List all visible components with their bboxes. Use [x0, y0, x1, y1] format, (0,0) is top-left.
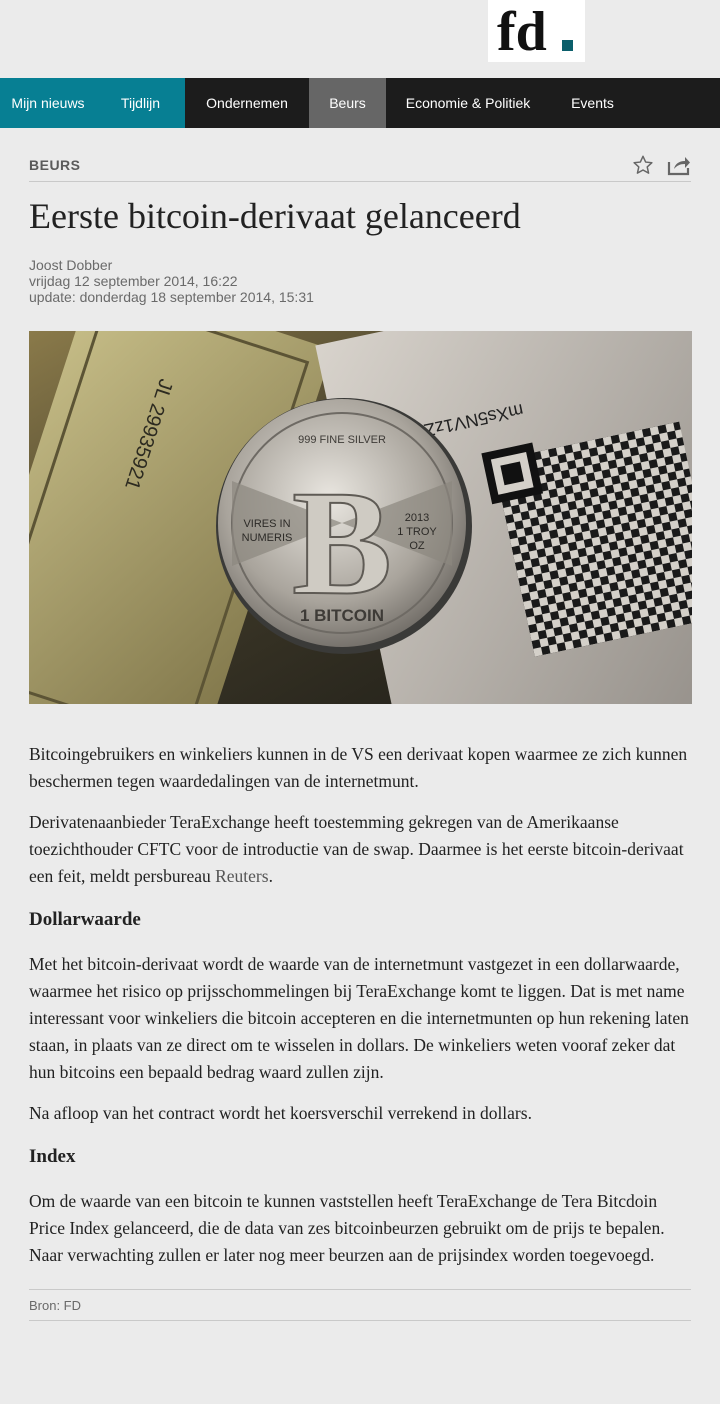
fd-logo[interactable]: fd — [488, 0, 585, 62]
section-bar: BEURS — [29, 128, 691, 182]
nav-beurs[interactable]: Beurs — [309, 78, 386, 128]
coin-bottom-text: 1 BITCOIN — [300, 606, 384, 625]
nav-economie-politiek[interactable]: Economie & Politiek — [386, 78, 550, 128]
paragraph-3: Met het bitcoin-derivaat wordt de waarde… — [29, 954, 689, 1082]
paragraph-5: Om de waarde van een bitcoin te kunnen v… — [29, 1191, 665, 1265]
coin-right-text-1: 1 TROY — [397, 526, 437, 538]
subhead-index: Index — [29, 1146, 76, 1167]
coin-top-text: 999 FINE SILVER — [298, 434, 386, 446]
hero-image: JL 29935921 mXs5NV1zZwxM B 999 FINE SILV… — [29, 331, 692, 704]
paragraph-1: Bitcoingebruikers en winkeliers kunnen i… — [29, 744, 688, 791]
coin-right-text-2: OZ — [409, 540, 425, 552]
paragraph-2-end: . — [268, 866, 273, 886]
author[interactable]: Joost Dobber — [29, 257, 691, 273]
nav-events[interactable]: Events — [550, 78, 635, 128]
source-label: Bron: FD — [29, 1297, 82, 1313]
star-icon[interactable] — [631, 153, 655, 177]
paragraph-2: Derivatenaanbieder TeraExchange heeft to… — [29, 809, 691, 890]
coin-left-text-1: VIRES IN — [243, 518, 290, 530]
reuters-link[interactable]: Reuters — [215, 866, 268, 886]
coin-left-text-2: NUMERIS — [242, 532, 293, 544]
nav-ondernemen[interactable]: Ondernemen — [185, 78, 309, 128]
update-date: update: donderdag 18 september 2014, 15:… — [29, 289, 314, 305]
main-nav: Mijn nieuws Tijdlijn Ondernemen Beurs Ec… — [0, 78, 720, 128]
nav-tijdlijn[interactable]: Tijdlijn — [96, 78, 185, 128]
nav-mijn-nieuws[interactable]: Mijn nieuws — [0, 78, 96, 128]
article-meta: Joost Dobber vrijdag 12 september 2014, … — [29, 257, 691, 305]
coin-year: 2013 — [405, 512, 429, 524]
logo-dot — [561, 40, 573, 51]
section-label[interactable]: BEURS — [29, 157, 81, 173]
article-body: Bitcoingebruikers en winkeliers kunnen i… — [29, 741, 691, 1269]
logo-text: fd — [497, 6, 547, 56]
coin-symbol: B — [292, 460, 392, 626]
paragraph-2-text: Derivatenaanbieder TeraExchange heeft to… — [29, 812, 684, 886]
publish-date: vrijdag 12 september 2014, 16:22 — [29, 273, 238, 289]
subhead-dollarwaarde: Dollarwaarde — [29, 909, 141, 930]
article-actions — [631, 153, 691, 177]
article-container: BEURS Eerste bitcoin-derivaat gelanceerd… — [0, 128, 720, 1321]
article-source: Bron: FD — [29, 1289, 691, 1321]
top-bar: fd — [0, 0, 720, 78]
article-title: Eerste bitcoin-derivaat gelanceerd — [29, 196, 521, 236]
share-icon[interactable] — [667, 153, 691, 177]
paragraph-4: Na afloop van het contract wordt het koe… — [29, 1103, 532, 1123]
bitcoin-coin: B 999 FINE SILVER VIRES IN NUMERIS 2013 … — [216, 398, 472, 654]
